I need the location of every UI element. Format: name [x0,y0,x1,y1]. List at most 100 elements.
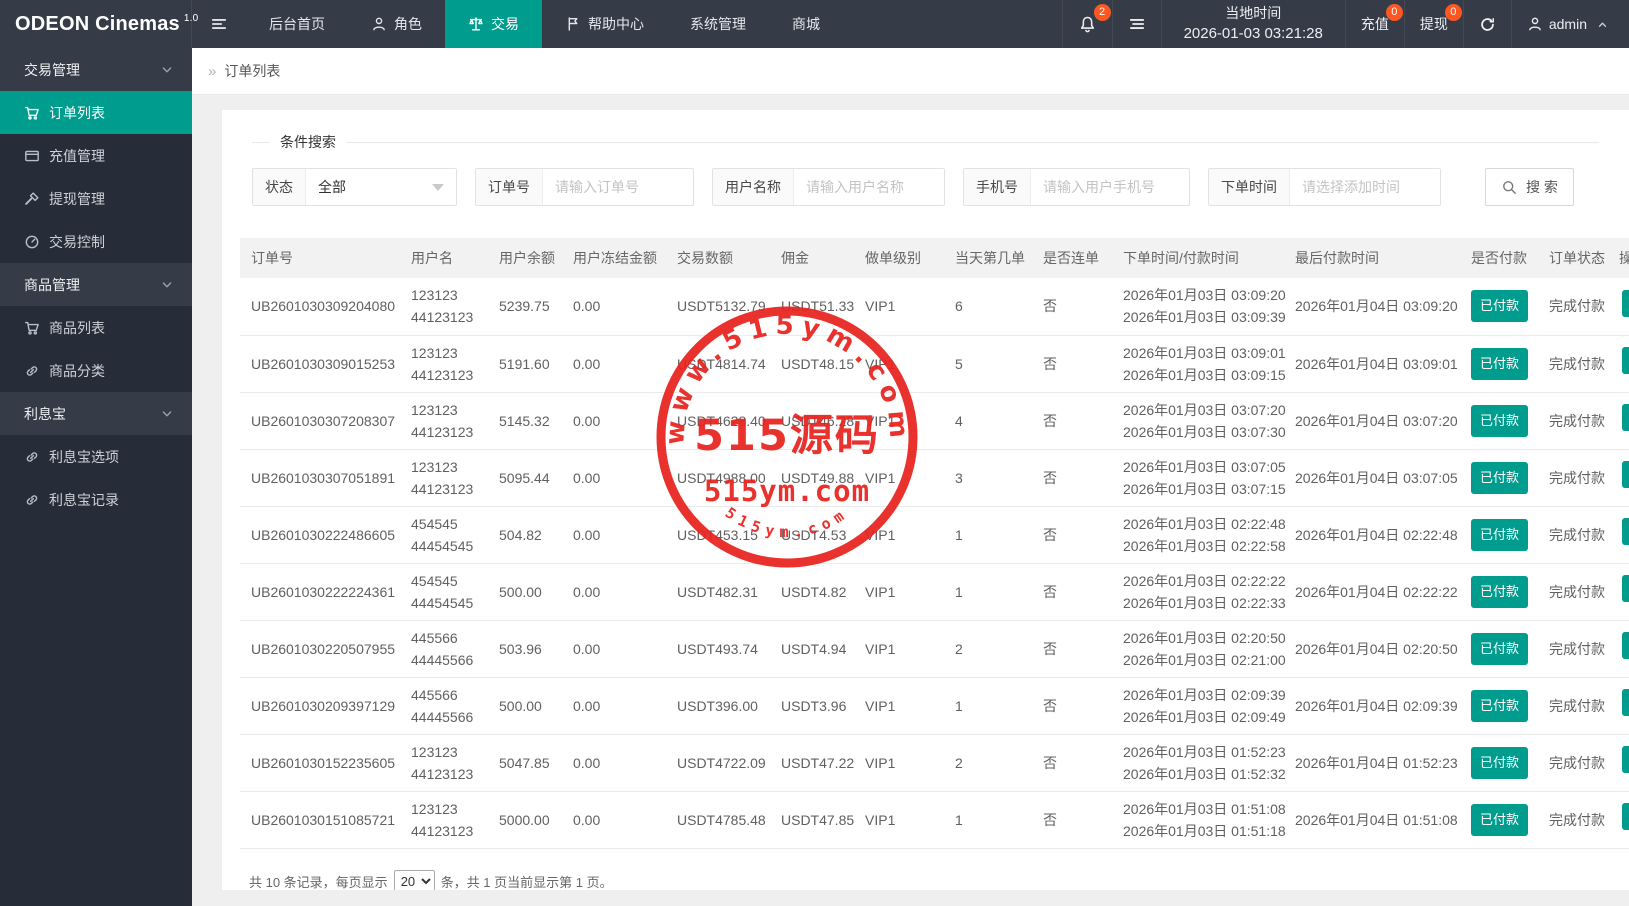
table-row: UB2601030152235605 123123 44123123 5047.85 0… [240,734,1629,791]
table-row: UB2601030307051891 123123 44123123 5095.44 0… [240,449,1629,506]
sidebar-label: 交易控制 [49,233,105,250]
local-time: 当地时间 2026-01-03 03:21:28 [1160,0,1345,48]
top-menu-item-6[interactable]: 商城 [769,0,843,48]
action-button[interactable] [1622,347,1629,374]
sidebar-group-交易管理[interactable]: 交易管理 [0,48,192,91]
column-header-8: 当天第几单 [955,250,1025,266]
table-header-row: 订单号 用户名 用户余额 用户冻结金额 交易数额 佣金 做单级别 当天第几单 是否连单 下单时间/… [240,238,1629,278]
paid-badge[interactable]: 已付款 [1471,290,1529,323]
order-no-input[interactable] [543,169,693,205]
sidebar-collapse-icon[interactable] [192,0,246,48]
action-button[interactable] [1622,575,1629,602]
cell-action [1608,278,1629,335]
cell-username: 445566 44445566 [411,629,474,668]
cell-chain: 否 [1043,298,1057,315]
top-menu-item-3[interactable]: 交易 [445,0,542,48]
order-time-input[interactable] [1290,169,1440,205]
top-menu-item-4[interactable]: 帮助中心 [542,0,667,48]
cell-day-seq: 5 [955,355,963,372]
cell-amount: USDT4785.48 [677,811,766,828]
message-list-button[interactable] [1111,0,1161,48]
top-menu-item-2[interactable]: 角色 [348,0,445,48]
cell-action [1608,620,1629,677]
username-input[interactable] [794,169,944,205]
top-menu-item-1[interactable]: 后台首页 [246,0,348,48]
cell-username: 123123 44123123 [411,401,474,440]
sidebar-item-利息宝选项[interactable]: 利息宝选项 [0,435,192,478]
paid-badge[interactable]: 已付款 [1471,689,1529,722]
cell-level: VIP1 [865,298,896,315]
sidebar-group-利息宝[interactable]: 利息宝 [0,392,192,435]
cell-level: VIP1 [865,697,896,714]
sidebar-item-交易控制[interactable]: 交易控制 [0,220,192,263]
action-button[interactable] [1622,803,1629,830]
cell-frozen: 0.00 [573,298,601,315]
paid-badge[interactable]: 已付款 [1471,575,1529,608]
action-button[interactable] [1622,518,1629,545]
notifications-button[interactable]: 2 [1061,0,1112,48]
cell-order-status: 完成付款 [1549,469,1605,486]
status-select[interactable]: 全部 [306,169,456,205]
sidebar-item-提现管理[interactable]: 提现管理 [0,177,192,220]
cell-order-no: UB2601030307208307 [251,412,396,429]
sidebar-item-商品列表[interactable]: 商品列表 [0,306,192,349]
paid-badge[interactable]: 已付款 [1471,803,1529,836]
column-header-2: 用户名 [411,250,453,266]
cell-chain: 否 [1043,811,1057,828]
cell-pay-status: 已付款 [1460,734,1538,791]
cell-commission: USDT48.15 [781,355,855,372]
cell-action [1608,335,1629,392]
sidebar-item-订单列表[interactable]: 订单列表 [0,91,192,134]
sidebar-item-商品分类[interactable]: 商品分类 [0,349,192,392]
app-logo: ODEON Cinemas 1.0 [0,0,198,48]
cell-frozen: 0.00 [573,469,601,486]
column-header-4: 用户冻结金额 [573,250,657,266]
filter-row: 状态 全部 订单号 用户名称 手机号 下单时间 [252,168,1629,206]
cell-frozen: 0.00 [573,640,601,657]
action-button[interactable] [1622,632,1629,659]
page-size-select[interactable]: 20 [393,869,435,890]
phone-label: 手机号 [964,169,1031,205]
sidebar-group-商品管理[interactable]: 商品管理 [0,263,192,306]
paid-badge[interactable]: 已付款 [1471,461,1529,494]
action-button[interactable] [1622,289,1629,317]
action-button[interactable] [1622,746,1629,773]
paid-badge[interactable]: 已付款 [1471,347,1529,380]
action-button[interactable] [1622,689,1629,716]
phone-filter: 手机号 [963,168,1190,206]
cell-order-status: 完成付款 [1549,811,1605,828]
action-button[interactable] [1622,404,1629,431]
cell-order-status: 完成付款 [1549,298,1605,315]
cell-day-seq: 1 [955,811,963,828]
search-button[interactable]: 搜 索 [1485,168,1574,206]
sidebar-label: 订单列表 [49,104,105,121]
paid-badge[interactable]: 已付款 [1471,746,1529,779]
action-button[interactable] [1622,461,1629,488]
withdraw-button[interactable]: 提现 0 [1403,0,1463,48]
username-filter: 用户名称 [712,168,945,206]
refresh-button[interactable] [1462,0,1511,48]
top-menu-item-5[interactable]: 系统管理 [667,0,769,48]
paid-badge[interactable]: 已付款 [1471,404,1529,437]
cell-action [1608,563,1629,620]
cell-chain: 否 [1043,583,1057,600]
cell-times: 2026年01月03日 01:52:23 2026年01月03日 01:52:32 [1123,743,1286,782]
paid-badge[interactable]: 已付款 [1471,632,1529,665]
cell-amount: USDT453.15 [677,526,758,543]
cell-frozen: 0.00 [573,754,601,771]
sidebar-item-充值管理[interactable]: 充值管理 [0,134,192,177]
order-time-filter: 下单时间 [1208,168,1441,206]
table-row: UB2601030222224361 454545 44454545 500.00 0.… [240,563,1629,620]
user-menu[interactable]: admin [1510,0,1629,48]
cell-level: VIP1 [865,469,896,486]
paid-badge[interactable]: 已付款 [1471,518,1529,551]
cell-username: 454545 44454545 [411,515,474,554]
withdraw-badge: 0 [1444,4,1462,21]
cell-order-no: UB2601030309015253 [251,355,396,372]
status-label: 状态 [253,169,306,205]
recharge-button[interactable]: 充值 0 [1344,0,1404,48]
phone-input[interactable] [1031,169,1189,205]
cell-order-status: 完成付款 [1549,754,1605,771]
sidebar-item-利息宝记录[interactable]: 利息宝记录 [0,478,192,521]
user-icon [1527,16,1543,32]
